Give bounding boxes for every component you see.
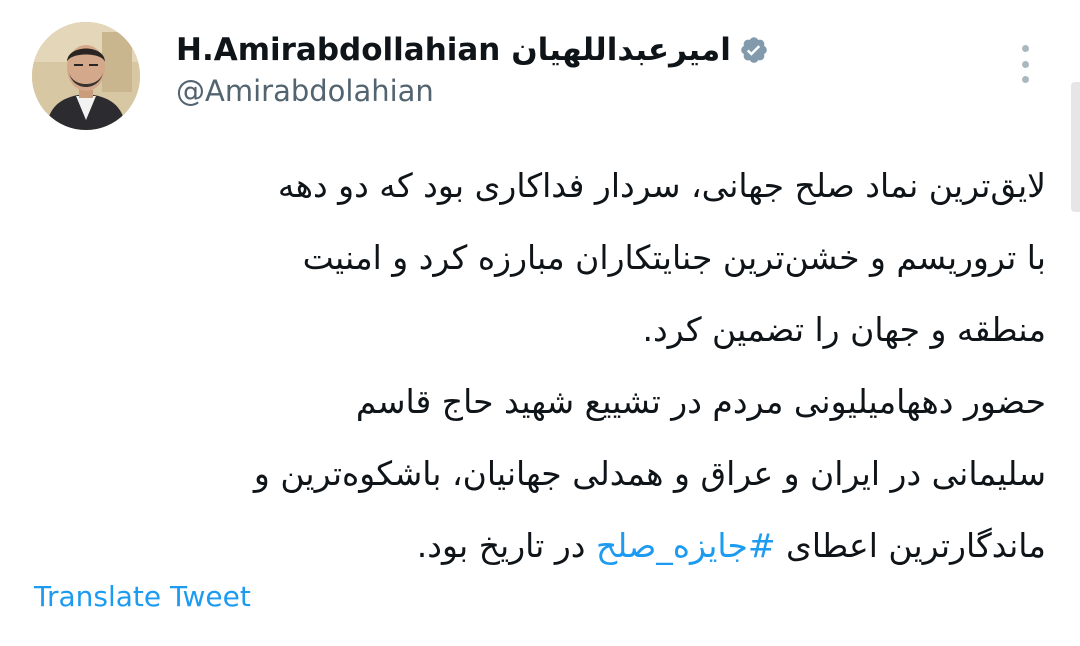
more-vertical-icon[interactable] bbox=[1012, 42, 1038, 86]
tweet-line-prefix: ماندگارترین اعطای bbox=[786, 526, 1046, 565]
author-name-row[interactable]: H.Amirabdollahian امیرعبداللهیان bbox=[176, 28, 769, 72]
verified-badge-icon bbox=[739, 35, 769, 65]
tweet-card: H.Amirabdollahian امیرعبداللهیان @Amirab… bbox=[0, 0, 1080, 646]
tweet-line: سلیمانی در ایران و عراق و همدلی جهانیان،… bbox=[253, 454, 1046, 493]
avatar[interactable] bbox=[32, 22, 140, 130]
more-dot bbox=[1021, 76, 1029, 83]
author-handle[interactable]: @Amirabdolahian bbox=[176, 74, 434, 108]
tweet-text: لایق‌ترین نماد صلح جهانی، سردار فداکاری … bbox=[34, 150, 1046, 582]
tweet-line: منطقه و جهان را تضمین کرد. bbox=[642, 310, 1046, 349]
tweet-line: حضور دهها‌میلیونی مردم در تشییع شهید حاج… bbox=[355, 382, 1046, 421]
more-dot bbox=[1021, 45, 1029, 52]
tweet-line-suffix: در تاریخ بود. bbox=[416, 526, 586, 565]
tweet-line: لایق‌ترین نماد صلح جهانی، سردار فداکاری … bbox=[277, 166, 1046, 205]
tweet-line-last: ماندگارترین اعطای #جایزه_صلح در تاریخ بو… bbox=[34, 510, 1046, 582]
translate-tweet-link[interactable]: Translate Tweet bbox=[34, 580, 251, 613]
avatar-image bbox=[32, 22, 140, 130]
hashtag-link[interactable]: #جایزه_صلح bbox=[596, 526, 776, 565]
display-name[interactable]: H.Amirabdollahian امیرعبداللهیان bbox=[176, 32, 731, 68]
scrollbar[interactable] bbox=[1071, 82, 1080, 212]
tweet-line: با تروریسم و خشن‌ترین جنایتکاران مبارزه … bbox=[302, 238, 1046, 277]
more-dot bbox=[1021, 60, 1029, 68]
